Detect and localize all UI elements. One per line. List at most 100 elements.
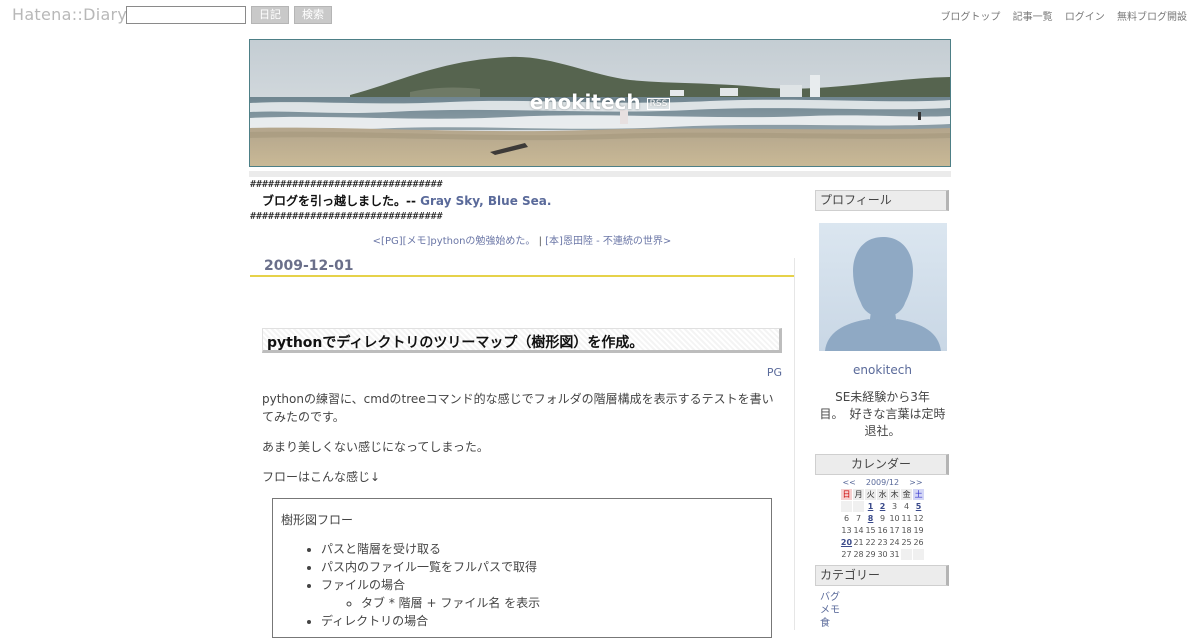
calendar-weekday: 水 — [877, 489, 889, 500]
search-button[interactable]: 検索 — [294, 6, 332, 24]
calendar-day-link[interactable]: 1 — [865, 501, 876, 512]
calendar-day-link[interactable]: 2 — [877, 501, 888, 512]
calendar-weekday: 木 — [889, 489, 901, 500]
calendar-week-row: 6 7 8 9 10 11 12 — [841, 513, 924, 524]
notice-text: ブログを引っ越しました。-- — [262, 194, 421, 208]
calendar-day: 10 — [889, 514, 900, 523]
calendar-weekday: 土 — [913, 489, 925, 500]
flow-list-item: パスと階層を受け取る — [321, 540, 763, 558]
calendar-day: 18 — [901, 526, 912, 535]
calendar-table: 日月火水木金土 1 2 3 4 5 6 7 8 9 10 11 12 13 14 15 16 17 18 19 20 2… — [840, 488, 925, 561]
blog-title-text: enokitech — [529, 90, 641, 114]
blog-title[interactable]: enokitech RSS — [250, 90, 950, 114]
calendar-section-title: カレンダー — [815, 454, 949, 475]
calendar-day: 7 — [856, 514, 862, 523]
entry-title[interactable]: pythonでディレクトリのツリーマップ（樹形図）を作成。 — [262, 328, 782, 353]
header-banner: enokitech RSS — [249, 39, 951, 167]
category-link[interactable]: バグ — [820, 591, 950, 604]
calendar-day-link[interactable]: 8 — [865, 513, 876, 524]
flow-list-item: ファイルの場合 タブ * 階層 + ファイル名 を表示 — [321, 576, 763, 612]
profile-section-title: プロフィール — [815, 190, 949, 211]
calendar-day-link[interactable]: 5 — [913, 501, 924, 512]
diary-button[interactable]: 日記 — [251, 6, 289, 24]
calendar-day: 28 — [853, 550, 864, 559]
calendar-month-link[interactable]: 2009/12 — [866, 478, 899, 487]
calendar-week-row: 20 21 22 23 24 25 26 — [841, 537, 924, 548]
category-section-title: カテゴリー — [815, 565, 949, 586]
entry-paragraph: あまり美しくない感じになってしまった。 — [262, 440, 489, 454]
hatena-topbar: Hatena::Diary 日記 検索 ブログトップ 記事一覧 ログイン 無料ブ… — [0, 0, 1200, 30]
flow-list-item: ディレクトリの場合 — [321, 612, 763, 630]
calendar-day-link[interactable]: 20 — [841, 537, 852, 548]
flow-sub-list: タブ * 階層 + ファイル名 を表示 — [321, 594, 763, 612]
calendar-body: 1 2 3 4 5 6 7 8 9 10 11 12 13 14 15 16 17 18 19 20 21 22 23 24 2… — [840, 501, 925, 560]
calendar-week-row: 12345 — [840, 501, 924, 512]
free-blog-signup-link[interactable]: 無料ブログ開設 — [1117, 12, 1187, 23]
calendar-day: 3 — [892, 502, 898, 511]
calendar-weekday: 日 — [840, 489, 853, 500]
category-link[interactable]: メモ — [820, 604, 950, 617]
entry-paragraph: フローはこんな感じ↓ — [262, 470, 381, 484]
calendar-day: 9 — [880, 514, 886, 523]
calendar-day: 21 — [853, 538, 864, 547]
profile-description-line: SE未経験から3年 — [835, 390, 930, 404]
calendar-empty-cell — [853, 501, 865, 512]
calendar-day: 31 — [889, 550, 900, 559]
rss-badge[interactable]: RSS — [646, 98, 671, 110]
notice-line: ブログを引っ越しました。-- Gray Sky, Blue Sea. — [250, 194, 790, 208]
avatar[interactable] — [819, 223, 947, 351]
profile-description-line: 退社。 — [864, 424, 901, 438]
category-link[interactable]: 食 — [820, 617, 950, 630]
next-entry-link[interactable]: [本]恩田陸 - 不連続の世界> — [545, 236, 671, 247]
entry-pager: <[PG][メモ]pythonの勉強始めた。 | [本]恩田陸 - 不連続の世界… — [250, 232, 794, 247]
calendar-day: 30 — [877, 550, 888, 559]
calendar-day: 12 — [913, 514, 924, 523]
calendar-weekday: 金 — [901, 489, 913, 500]
flow-list: パスと階層を受け取る パス内のファイル一覧をフルパスで取得 ファイルの場合 タブ… — [281, 540, 763, 630]
calendar-prev-link[interactable]: << — [842, 478, 855, 487]
entry-list-link[interactable]: 記事一覧 — [1013, 12, 1053, 23]
default-avatar-icon — [825, 237, 941, 351]
calendar-weekday: 月 — [853, 489, 865, 500]
hatena-diary-logo[interactable]: Hatena::Diary — [12, 5, 127, 24]
calendar-day: 26 — [913, 538, 924, 547]
calendar-day: 29 — [865, 550, 876, 559]
search-input[interactable] — [126, 6, 246, 24]
profile-description: SE未経験から3年 目。 好きな言葉は定時 退社。 — [815, 389, 950, 440]
calendar-day: 16 — [877, 526, 888, 535]
notice-hash-line-top: ################################ — [250, 179, 443, 190]
calendar-day: 13 — [841, 526, 852, 535]
flow-box: 樹形図フロー パスと階層を受け取る パス内のファイル一覧をフルパスで取得 ファイ… — [272, 498, 772, 638]
calendar-next-link[interactable]: >> — [909, 478, 922, 487]
calendar-nav: << 2009/12 >> — [815, 478, 950, 487]
calendar-day: 22 — [865, 538, 876, 547]
date-heading[interactable]: 2009-12-01 — [250, 258, 794, 277]
profile-name-link[interactable]: enokitech — [815, 363, 950, 377]
pager-separator: | — [535, 236, 546, 247]
profile-description-line: 目。 好きな言葉は定時 — [819, 407, 946, 421]
new-blog-link[interactable]: Gray Sky, Blue Sea. — [420, 194, 551, 208]
entry-paragraph: pythonの練習に、cmdのtreeコマンド的な感じでフォルダの階層構成を表示… — [262, 392, 774, 424]
moved-notice: ################################ ブログを引っ越… — [250, 178, 790, 224]
calendar-day: 6 — [843, 514, 850, 523]
notice-hash-line-bottom: ################################ — [250, 211, 443, 222]
calendar-day: 19 — [913, 526, 924, 535]
calendar-day: 25 — [901, 538, 912, 547]
banner-divider — [249, 171, 951, 177]
calendar-weekday: 火 — [865, 489, 877, 500]
flow-list-item-text: ファイルの場合 — [321, 578, 406, 592]
login-link[interactable]: ログイン — [1065, 12, 1105, 23]
flow-sub-item: タブ * 階層 + ファイル名 を表示 — [361, 594, 763, 612]
calendar-week-row: 27 28 29 30 31 — [841, 549, 925, 560]
flow-list-item: パス内のファイル一覧をフルパスで取得 — [321, 558, 763, 576]
main-content: 2009-12-01 pythonでディレクトリのツリーマップ（樹形図）を作成。… — [250, 258, 795, 638]
category-list: バグ メモ 食 — [815, 591, 950, 630]
flow-box-title: 樹形図フロー — [281, 513, 354, 527]
blog-top-link[interactable]: ブログトップ — [940, 12, 1000, 23]
prev-entry-link[interactable]: <[PG][メモ]pythonの勉強始めた。 — [373, 236, 536, 247]
top-links: ブログトップ 記事一覧 ログイン 無料ブログ開設 — [931, 8, 1187, 23]
calendar-day: 4 — [904, 502, 910, 511]
calendar-week-row: 13 14 15 16 17 18 19 — [841, 525, 924, 536]
calendar-day: 17 — [889, 526, 900, 535]
entry-category-link[interactable]: PG — [767, 366, 782, 379]
